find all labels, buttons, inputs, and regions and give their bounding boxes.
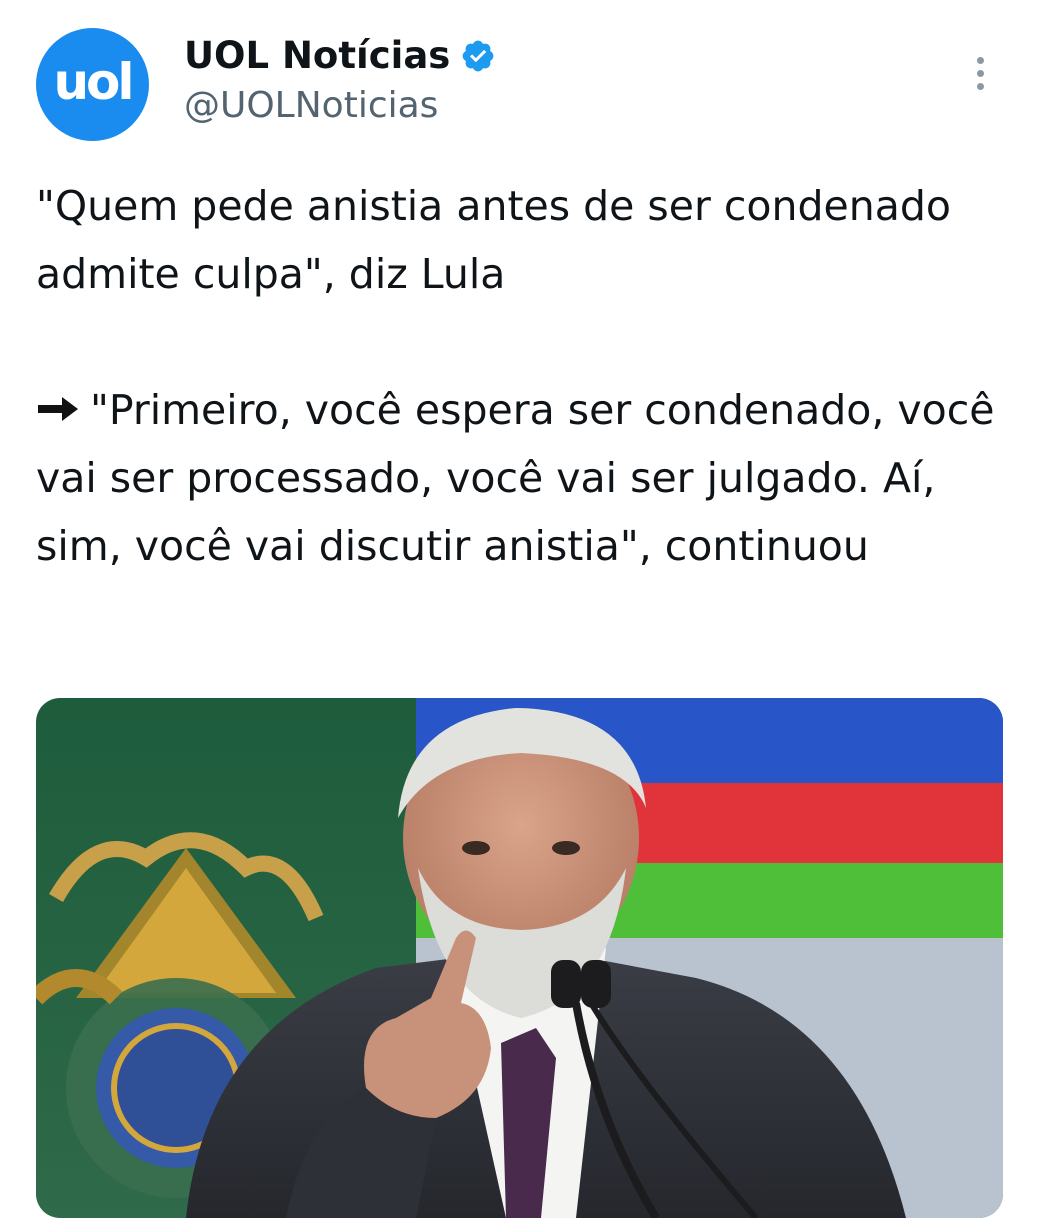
more-dot — [976, 82, 984, 90]
more-options-icon[interactable] — [960, 48, 1000, 98]
tweet-text: "Quem pede anistia antes de ser condenad… — [36, 172, 1006, 580]
author-avatar[interactable]: uol — [36, 28, 149, 141]
microphone-left — [551, 960, 581, 1008]
left-eye — [462, 841, 490, 855]
verified-badge-icon — [462, 40, 494, 72]
author-display-name[interactable]: UOL Notícias — [184, 34, 450, 78]
photo-of-speaker-at-podium — [36, 698, 1003, 1218]
avatar-logo-text: uol — [53, 52, 134, 111]
tweet-quote-paragraph: "Primeiro, você espera ser condenado, vo… — [36, 376, 1006, 580]
author-name-row: UOL Notícias — [184, 34, 496, 78]
tweet-photo[interactable] — [36, 698, 1003, 1218]
tweet-quote: "Primeiro, você espera ser condenado, vo… — [36, 386, 995, 570]
right-eye — [552, 841, 580, 855]
tweet-headline: "Quem pede anistia antes de ser condenad… — [36, 182, 951, 298]
author-handle[interactable]: @UOLNoticias — [184, 84, 438, 128]
microphone-right — [581, 960, 611, 1008]
more-dot — [976, 56, 984, 64]
more-dot — [976, 69, 984, 77]
right-arrow-icon — [38, 397, 78, 421]
